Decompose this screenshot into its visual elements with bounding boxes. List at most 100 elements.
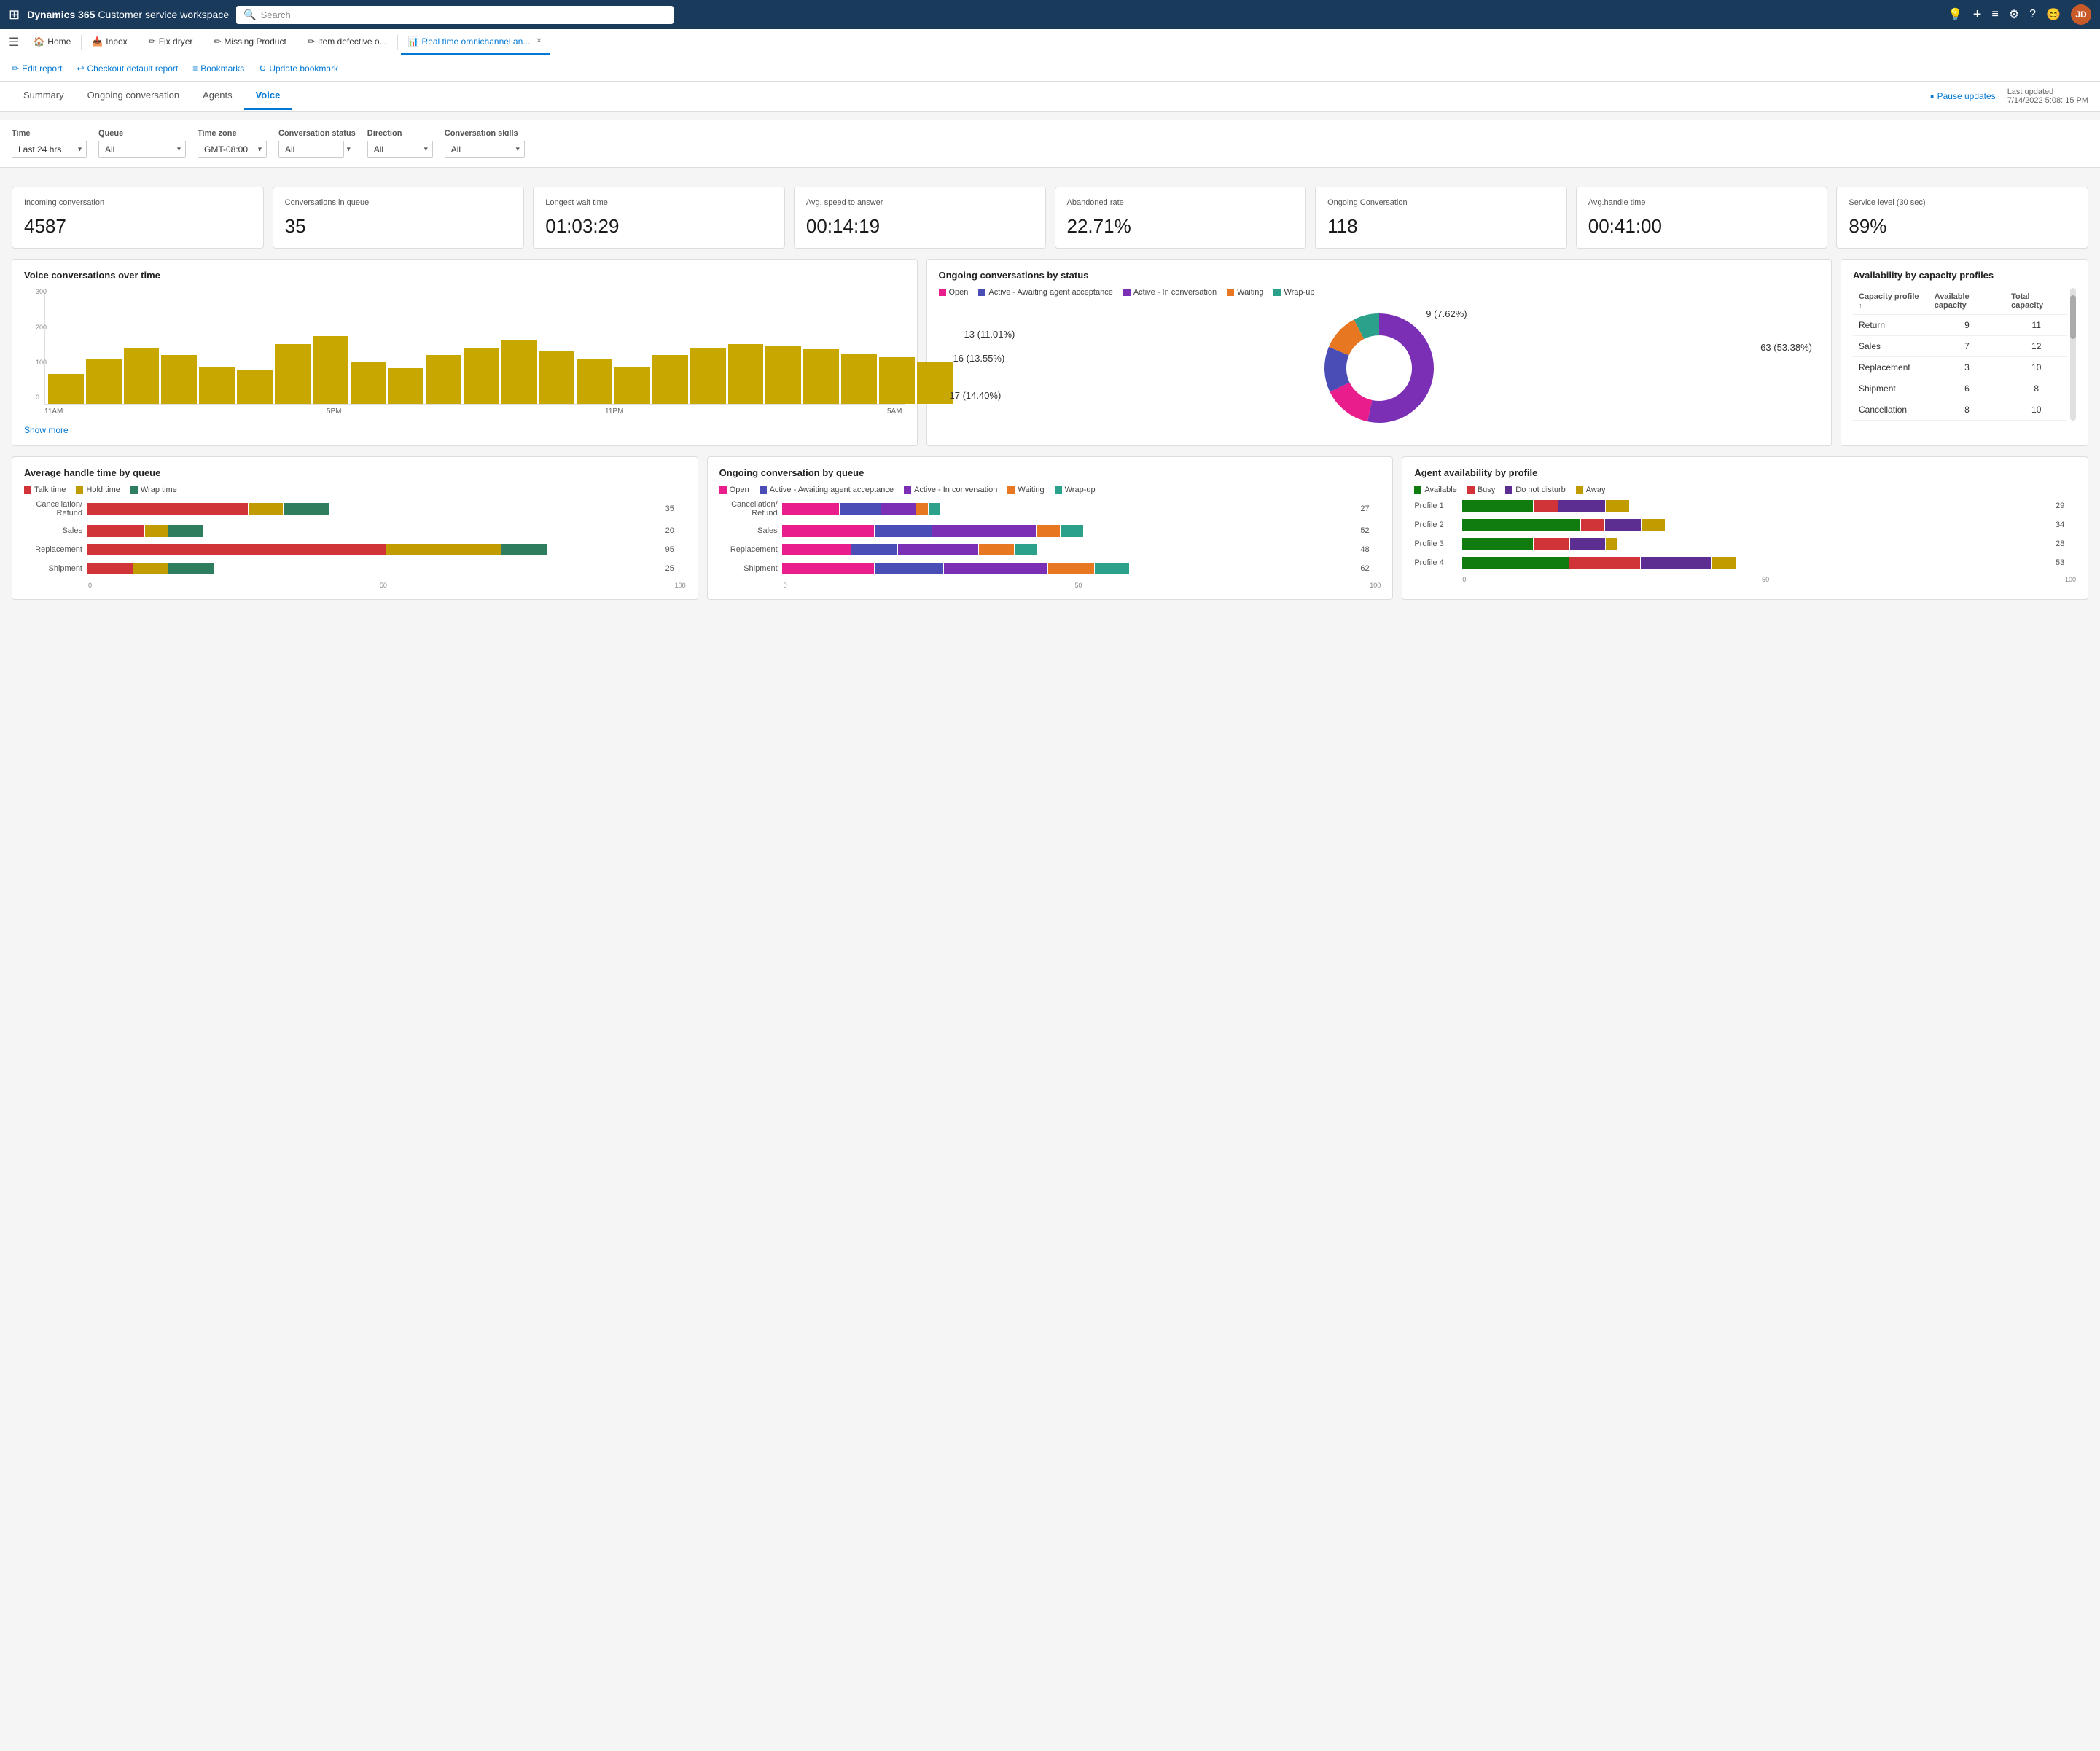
tab-home[interactable]: 🏠 Home bbox=[26, 30, 78, 55]
conv-status-filter: Conversation status All Open Active Wait… bbox=[278, 129, 356, 158]
profile-bar-track bbox=[1462, 500, 2051, 512]
direction-select-wrapper: All Inbound Outbound bbox=[367, 141, 433, 158]
time-filter-label: Time bbox=[12, 129, 87, 138]
a-legend-available: Available bbox=[1414, 485, 1456, 494]
h-bar-segment bbox=[840, 503, 880, 515]
update-bookmark-button[interactable]: ↻ Update bookmark bbox=[259, 63, 338, 74]
bar-item bbox=[501, 340, 537, 404]
y-label-100: 100 bbox=[36, 359, 47, 366]
table-row: Sales712 bbox=[1853, 336, 2067, 357]
tab-item-defective[interactable]: ✏ Item defective o... bbox=[300, 30, 394, 55]
avatar[interactable]: JD bbox=[2071, 4, 2091, 25]
conv-status-select-wrapper: All Open Active Waiting bbox=[278, 141, 356, 158]
segment-label-13: 13 (11.01%) bbox=[964, 329, 1015, 340]
legend-active-awaiting: Active - Awaiting agent acceptance bbox=[978, 288, 1112, 297]
emoji-icon[interactable]: 😊 bbox=[2046, 7, 2061, 22]
h-bar-number: 27 bbox=[1360, 504, 1381, 513]
bar-item bbox=[464, 348, 499, 405]
menu-icon[interactable]: ≡ bbox=[1991, 8, 1998, 21]
h-bar-track bbox=[87, 544, 661, 555]
profile-bar-segment bbox=[1462, 538, 1533, 550]
bar-item bbox=[275, 344, 311, 405]
kpi-incoming-conversation: Incoming conversation 4587 bbox=[12, 187, 264, 249]
tab-separator bbox=[81, 35, 82, 50]
legend-open: Open bbox=[939, 288, 969, 297]
tab-fix-dryer[interactable]: ✏ Fix dryer bbox=[141, 30, 200, 55]
queue-select[interactable]: All bbox=[98, 141, 186, 158]
checkout-report-button[interactable]: ↩ Checkout default report bbox=[77, 63, 178, 74]
tab-realtime-omnichannel[interactable]: 📊 Real time omnichannel an... ✕ bbox=[401, 30, 550, 55]
home-icon: 🏠 bbox=[34, 36, 44, 47]
legend-waiting-color bbox=[1227, 289, 1234, 296]
h-bar-segment bbox=[386, 544, 501, 555]
h-bar-segment bbox=[1015, 544, 1038, 555]
timezone-select[interactable]: GMT-08:00 GMT-05:00 UTC bbox=[198, 141, 267, 158]
x-label-11pm: 11PM bbox=[605, 407, 623, 416]
bookmarks-button[interactable]: ≡ Bookmarks bbox=[192, 63, 244, 74]
legend-talk-color bbox=[24, 486, 31, 494]
profile-bar-segment bbox=[1534, 538, 1569, 550]
avg-handle-time-card: Average handle time by queue Talk time H… bbox=[12, 456, 698, 600]
h-bar-number: 95 bbox=[665, 545, 686, 554]
h-bar-segment bbox=[87, 503, 248, 515]
table-row: Cancellation810 bbox=[1853, 399, 2067, 421]
time-select[interactable]: Last 24 hrs Last 7 days Last 30 days bbox=[12, 141, 87, 158]
sub-tab-ongoing[interactable]: Ongoing conversation bbox=[76, 82, 191, 110]
lightbulb-icon[interactable]: 💡 bbox=[1948, 7, 1963, 22]
direction-label: Direction bbox=[367, 129, 433, 138]
skills-label: Conversation skills bbox=[445, 129, 525, 138]
conv-status-select[interactable]: All Open Active Waiting bbox=[278, 141, 344, 158]
h-bar-segment bbox=[782, 503, 840, 515]
settings-icon[interactable]: ⚙ bbox=[2009, 7, 2019, 22]
tab-close-button[interactable]: ✕ bbox=[536, 37, 542, 45]
checkout-icon: ↩ bbox=[77, 63, 84, 74]
table-scrollbar[interactable] bbox=[2070, 288, 2076, 421]
sub-tab-agents[interactable]: Agents bbox=[191, 82, 243, 110]
sub-tab-summary[interactable]: Summary bbox=[12, 82, 76, 110]
tab-inbox[interactable]: 📥 Inbox bbox=[85, 30, 134, 55]
edit-report-icon: ✏ bbox=[12, 63, 19, 74]
tab-separator-5 bbox=[397, 35, 398, 50]
tab-missing-product[interactable]: ✏ Missing Product bbox=[206, 30, 293, 55]
kpi-service-level: Service level (30 sec) 89% bbox=[1836, 187, 2088, 249]
kpi-wait-title: Longest wait time bbox=[545, 198, 773, 208]
bookmarks-icon: ≡ bbox=[192, 63, 198, 74]
h-bar-label: Replacement bbox=[24, 545, 82, 554]
help-icon[interactable]: ? bbox=[2029, 8, 2036, 21]
available-cap: 6 bbox=[1929, 378, 2005, 399]
profile-bar-row: Profile 234 bbox=[1414, 519, 2076, 531]
pause-updates-button[interactable]: ⏸ Pause updates bbox=[1930, 91, 1996, 102]
grid-icon[interactable]: ⊞ bbox=[9, 7, 20, 23]
col-profile: Capacity profile ↑ bbox=[1853, 288, 1929, 315]
total-cap: 10 bbox=[2005, 357, 2067, 378]
add-icon[interactable]: + bbox=[1973, 7, 1982, 23]
bar-item bbox=[48, 374, 84, 404]
queue-select-wrapper: All bbox=[98, 141, 186, 158]
q-legend-waiting: Waiting bbox=[1007, 485, 1044, 494]
h-bar-row: Cancellation/ Refund35 bbox=[24, 500, 686, 518]
hamburger-icon[interactable]: ☰ bbox=[6, 32, 22, 52]
agent-availability-card: Agent availability by profile Available … bbox=[1402, 456, 2088, 600]
bar-item bbox=[690, 348, 726, 405]
direction-select[interactable]: All Inbound Outbound bbox=[367, 141, 433, 158]
bar-item bbox=[803, 349, 839, 404]
donut-legend: Open Active - Awaiting agent acceptance … bbox=[939, 288, 1820, 297]
a-legend-away-color bbox=[1576, 486, 1583, 494]
profile-name: Shipment bbox=[1853, 378, 1929, 399]
h-bar-number: 48 bbox=[1360, 545, 1381, 554]
profile-bar-number: 28 bbox=[2056, 539, 2076, 548]
profile-bar-segment bbox=[1605, 519, 1640, 531]
skills-select[interactable]: All bbox=[445, 141, 525, 158]
show-more-button[interactable]: Show more bbox=[24, 425, 69, 435]
agent-legend: Available Busy Do not disturb Away bbox=[1414, 485, 2076, 494]
search-box[interactable]: 🔍 Search bbox=[236, 6, 674, 24]
skills-filter: Conversation skills All bbox=[445, 129, 525, 158]
kpi-incoming-title: Incoming conversation bbox=[24, 198, 251, 208]
kpi-speed-value: 00:14:19 bbox=[806, 215, 1034, 238]
profile-bar-segment bbox=[1606, 538, 1617, 550]
search-placeholder: Search bbox=[261, 9, 291, 20]
last-updated: Last updated 7/14/2022 5:08: 15 PM bbox=[2007, 87, 2088, 105]
sub-tab-voice[interactable]: Voice bbox=[244, 82, 292, 110]
h-bar-track bbox=[782, 525, 1357, 537]
edit-report-button[interactable]: ✏ Edit report bbox=[12, 63, 62, 74]
